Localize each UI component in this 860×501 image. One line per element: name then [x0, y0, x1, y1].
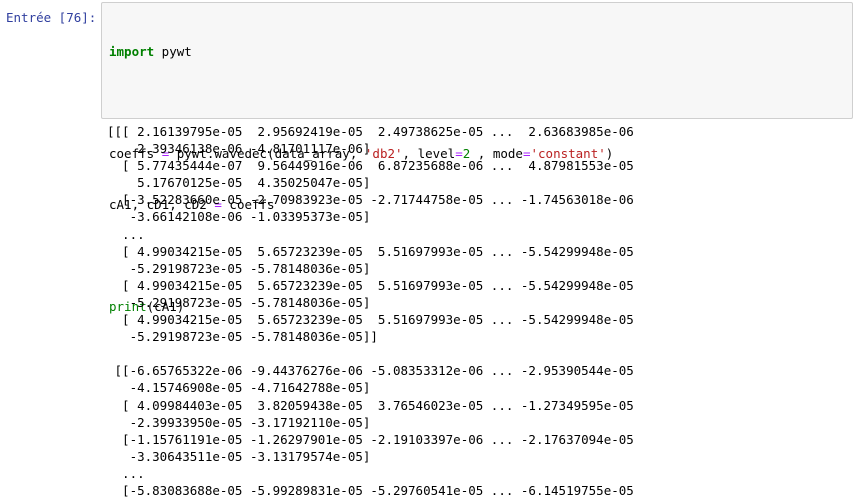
- output-line: -5.29198723e-05 -5.78148036e-05]]: [107, 329, 378, 345]
- output-line: ...: [107, 465, 145, 481]
- code-cell-input[interactable]: import pywt coeffs = pywt.wavedec(data_a…: [101, 2, 853, 314]
- output-line: -3.66142108e-06 -1.03395373e-05]: [107, 209, 371, 225]
- output-line: -2.39933950e-05 -3.17192110e-05]: [107, 414, 371, 430]
- output-line: [ 4.99034215e-05 5.65723239e-05 5.516979…: [107, 243, 634, 259]
- code-line-1: import pywt: [109, 43, 613, 60]
- output-line: [[[ 2.16139795e-05 2.95692419e-05 2.4973…: [107, 124, 634, 139]
- output-line: [ 4.99034215e-05 5.65723239e-05 5.516979…: [107, 312, 634, 328]
- cell-prompt: Entrée [76]:: [6, 10, 97, 25]
- keyword-import: import: [109, 44, 155, 59]
- output-line: ...: [107, 226, 145, 242]
- code-text: pywt: [154, 44, 192, 59]
- output-line: [-1.15761191e-05 -1.26297901e-05 -2.1910…: [107, 431, 634, 447]
- output-line: -4.15746908e-05 -4.71642788e-05]: [107, 380, 371, 396]
- output-line: [-3.52283660e-05 -2.70983923e-05 -2.7174…: [107, 192, 634, 208]
- output-line: [ 5.77435444e-07 9.56449916e-06 6.872356…: [107, 158, 634, 174]
- output-line: [-5.83083688e-05 -5.99289831e-05 -5.2976…: [107, 482, 634, 498]
- output-line: 5.17670125e-05 4.35025047e-05]: [107, 175, 371, 191]
- output-line: -5.29198723e-05 -5.78148036e-05]: [107, 294, 371, 310]
- output-line: 2.39346138e-06 -4.81701117e-06]: [107, 141, 371, 157]
- output-line: -3.30643511e-05 -3.13179574e-05]: [107, 448, 371, 464]
- output-line: [ 4.99034215e-05 5.65723239e-05 5.516979…: [107, 277, 634, 293]
- output-line: [ 4.09984403e-05 3.82059438e-05 3.765460…: [107, 397, 634, 413]
- output-line: -5.29198723e-05 -5.78148036e-05]: [107, 260, 371, 276]
- cell-output: [[[ 2.16139795e-05 2.95692419e-05 2.4973…: [107, 123, 634, 499]
- output-line: [[-6.65765322e-06 -9.44376276e-06 -5.083…: [107, 363, 634, 379]
